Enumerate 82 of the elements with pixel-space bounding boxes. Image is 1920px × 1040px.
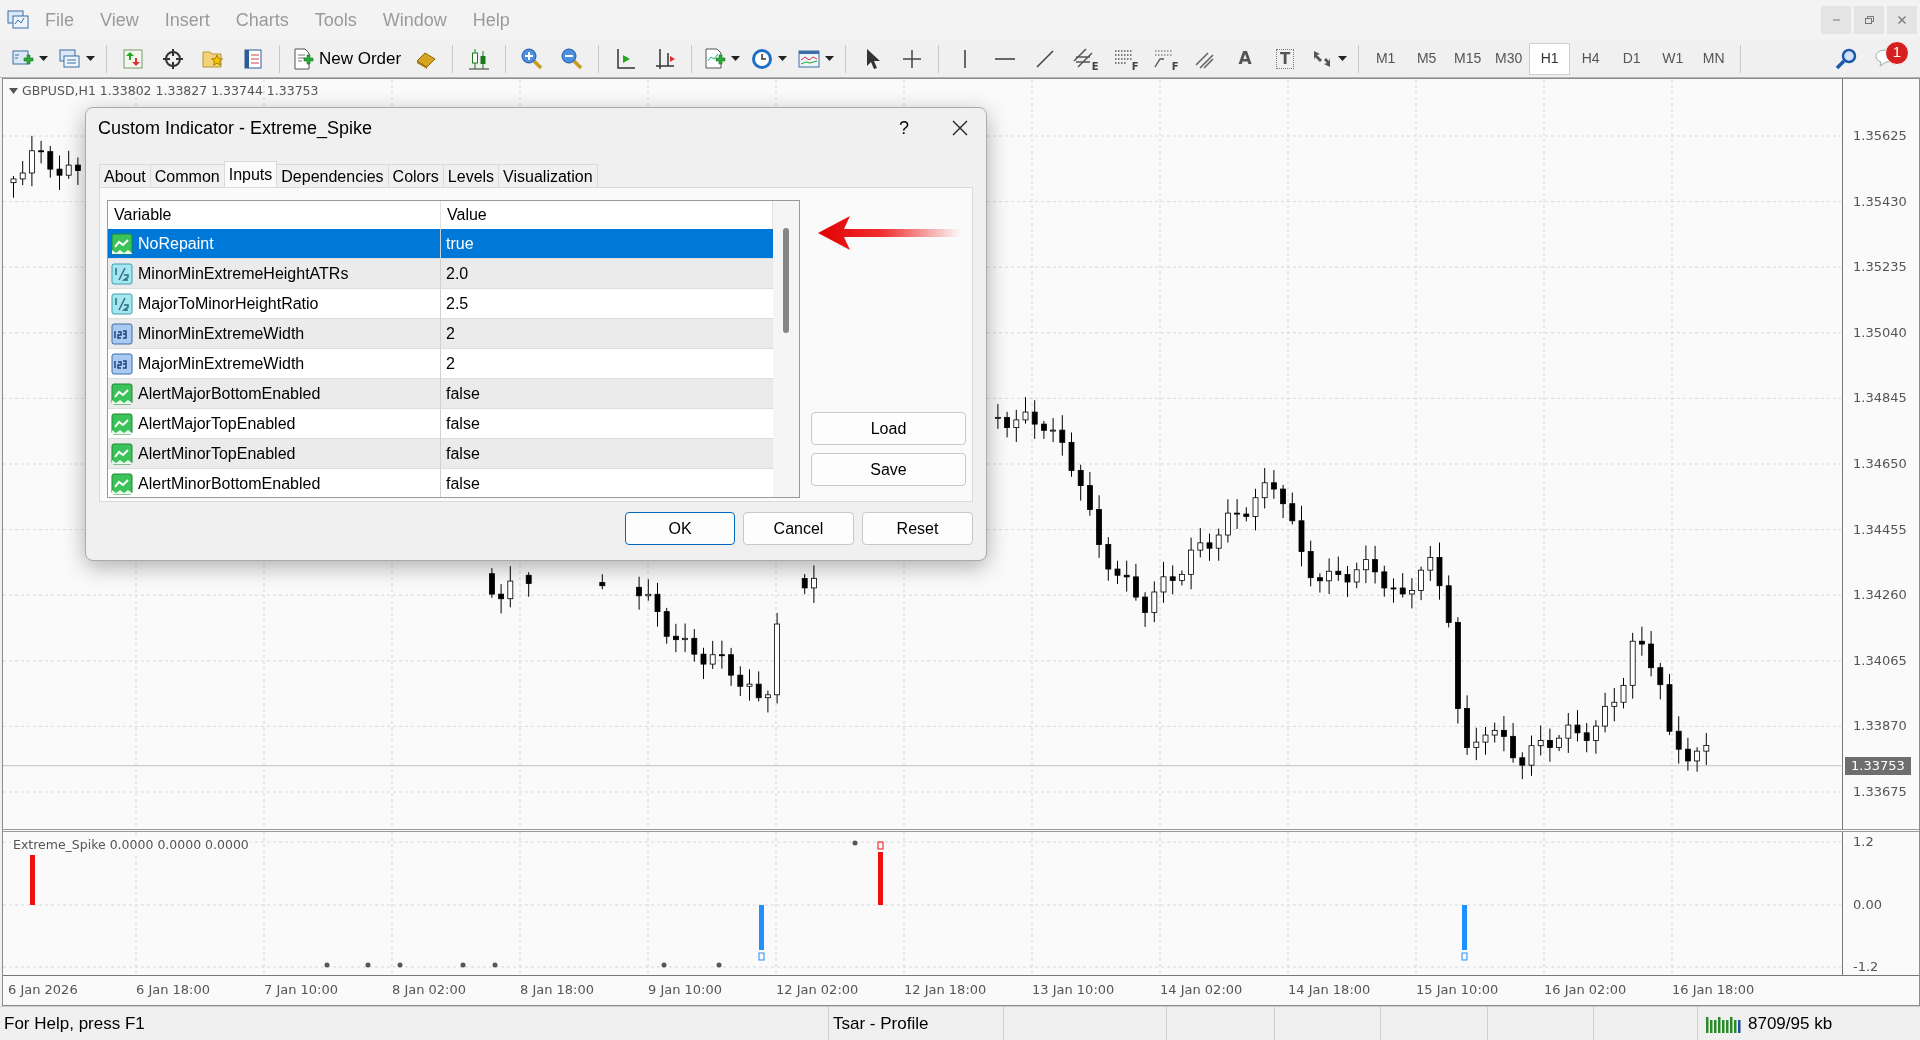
timeframe-button[interactable]: H4	[1570, 42, 1612, 75]
parameter-row[interactable]: AlertMajorBottomEnabled false	[108, 379, 773, 409]
time-label: 16 Jan 18:00	[1672, 981, 1756, 999]
variable-name: NoRepaint	[138, 233, 214, 254]
tab[interactable]: Dependencies	[276, 164, 389, 187]
notification-count: 1	[1885, 40, 1909, 65]
time-label: 12 Jan 02:00	[776, 981, 860, 999]
price-label: 1.34455	[1853, 521, 1907, 538]
timeframe-button[interactable]: M15	[1447, 42, 1489, 75]
time-label: 12 Jan 18:00	[904, 981, 988, 999]
parameter-row[interactable]: AlertMinorTopEnabled false	[108, 439, 773, 469]
symbol-label: GBPUSD,H1	[22, 82, 96, 100]
price-label: 1.35235	[1853, 259, 1907, 276]
price-label: 1.34065	[1853, 652, 1907, 669]
variable-name: MajorMinExtremeWidth	[138, 353, 305, 374]
price-quote: 1.33802 1.33827 1.33744 1.33753	[99, 82, 319, 100]
current-price-label: 1.33753	[1845, 756, 1911, 775]
timeframe-button[interactable]: M1	[1365, 42, 1407, 75]
parameter-value: false	[441, 379, 773, 409]
variable-name: MajorToMinorHeightRatio	[138, 293, 319, 314]
dialog-title: Custom Indicator - Extreme_Spike	[98, 116, 374, 141]
time-label: 16 Jan 02:00	[1544, 981, 1628, 999]
parameter-row[interactable]: NoRepaint true	[108, 229, 773, 259]
timeframe-button[interactable]: M30	[1488, 42, 1530, 75]
price-label: 1.35040	[1853, 324, 1907, 341]
time-label: 6 Jan 2026	[8, 981, 79, 999]
help-text: For Help, press F1	[4, 1013, 145, 1036]
price-label: 1.34260	[1853, 587, 1907, 604]
dialog-button[interactable]: Save	[811, 453, 966, 486]
time-label: 14 Jan 18:00	[1288, 981, 1372, 999]
new-order-button[interactable]: New Order	[286, 42, 407, 75]
drawing-tool-button[interactable]: A	[1225, 42, 1266, 75]
scale-label: -1.2	[1853, 959, 1879, 975]
time-label: 8 Jan 02:00	[392, 981, 468, 999]
parameter-value: false	[441, 439, 773, 469]
drawing-tool-button[interactable]: E	[1065, 42, 1106, 75]
price-label: 1.33870	[1853, 718, 1907, 735]
time-label: 15 Jan 10:00	[1416, 981, 1500, 999]
parameter-row[interactable]: MinorMinExtremeWidth 2	[108, 319, 773, 349]
timeframe-button[interactable]: MN	[1693, 42, 1735, 75]
drawing-tool-button[interactable]: F	[1145, 42, 1186, 75]
messages-button[interactable]: 1	[1866, 42, 1906, 75]
time-label: 9 Jan 10:00	[648, 981, 724, 999]
variable-name: AlertMajorTopEnabled	[138, 413, 296, 434]
parameter-row[interactable]: MinorMinExtremeHeightATRs 2.0	[108, 259, 773, 289]
time-label: 7 Jan 10:00	[264, 981, 340, 999]
price-label: 1.35625	[1853, 128, 1907, 144]
variable-name: MinorMinExtremeHeightATRs	[138, 263, 349, 284]
dialog-button[interactable]: Reset	[862, 512, 973, 545]
timeframe-button[interactable]: M5	[1406, 42, 1448, 75]
scale-label: 1.2	[1853, 834, 1874, 850]
parameter-value: 2.0	[441, 259, 773, 289]
parameter-value: 2	[441, 319, 773, 349]
profile-name: Tsar - Profile	[833, 1013, 929, 1036]
dialog-button[interactable]: OK	[625, 512, 735, 545]
traffic-text: 8709/95 kb	[1748, 1013, 1833, 1036]
price-label: 1.34650	[1853, 456, 1907, 472]
dialog-button[interactable]: Load	[811, 412, 966, 445]
parameter-row[interactable]: AlertMinorBottomEnabled false	[108, 469, 773, 497]
time-label: 13 Jan 10:00	[1032, 981, 1116, 999]
indicator-label: Extreme_Spike 0.0000 0.0000 0.0000	[11, 836, 251, 855]
timeframe-button[interactable]: W1	[1652, 42, 1694, 75]
timeframe-button[interactable]: D1	[1611, 42, 1653, 75]
variable-name: AlertMajorBottomEnabled	[138, 383, 321, 404]
variable-name: MinorMinExtremeWidth	[138, 323, 305, 344]
time-label: 8 Jan 18:00	[520, 981, 596, 999]
dialog-button[interactable]: Cancel	[743, 512, 854, 545]
tab[interactable]: Inputs	[223, 161, 278, 187]
drawing-tool-button[interactable]: F	[1105, 42, 1146, 75]
tab[interactable]: About	[99, 164, 151, 187]
variable-name: AlertMinorBottomEnabled	[138, 473, 321, 494]
drawing-tool-button[interactable]: T	[1265, 42, 1306, 75]
time-label: 6 Jan 18:00	[136, 981, 212, 999]
variable-name: AlertMinorTopEnabled	[138, 443, 296, 464]
help-button[interactable]: ?	[884, 110, 924, 146]
time-label: 14 Jan 02:00	[1160, 981, 1244, 999]
price-label: 1.33675	[1853, 784, 1907, 800]
price-label: 1.35430	[1853, 193, 1907, 210]
price-label: 1.34845	[1853, 390, 1907, 407]
timeframe-button[interactable]: H1	[1529, 42, 1571, 75]
scale-label: 0.00	[1853, 897, 1882, 913]
tab[interactable]: Visualization	[498, 164, 598, 187]
